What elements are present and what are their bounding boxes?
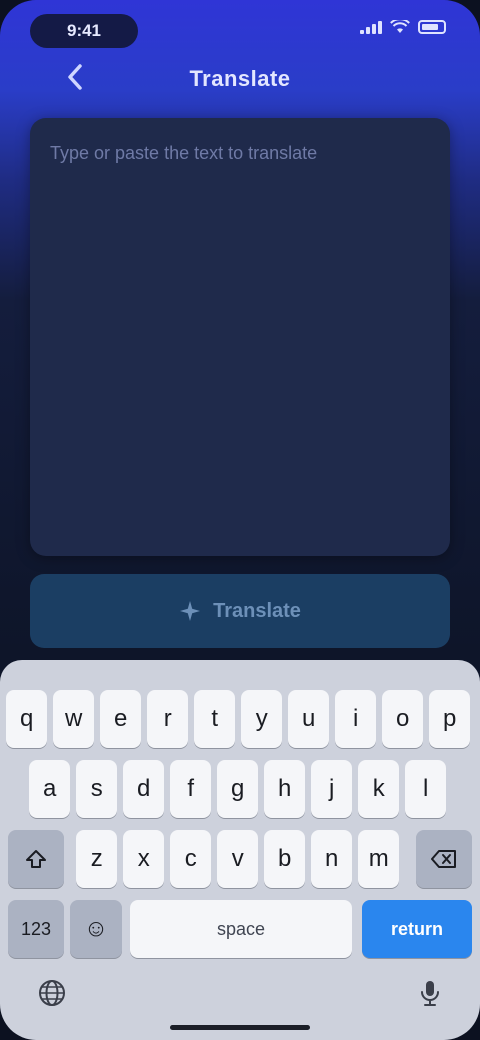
keyboard-bottom-bar: [0, 960, 480, 1040]
space-key[interactable]: space: [130, 900, 352, 958]
text-input-card: [30, 118, 450, 556]
battery-icon: [418, 20, 446, 34]
key-r[interactable]: r: [147, 690, 189, 748]
key-n[interactable]: n: [311, 830, 353, 888]
translate-button[interactable]: Translate: [30, 574, 450, 648]
status-bar: 9:41: [0, 0, 480, 60]
home-indicator: [170, 1025, 310, 1030]
key-z[interactable]: z: [76, 830, 118, 888]
on-screen-keyboard: qwertyuiop asdfghjkl zxcvbnm 123 ☺ space…: [0, 660, 480, 1040]
key-m[interactable]: m: [358, 830, 400, 888]
keyboard-row-4: 123 ☺ space return: [0, 900, 480, 958]
key-q[interactable]: q: [6, 690, 48, 748]
delete-icon: [431, 850, 456, 868]
key-d[interactable]: d: [123, 760, 165, 818]
key-j[interactable]: j: [311, 760, 353, 818]
emoji-key[interactable]: ☺: [70, 900, 122, 958]
globe-icon: [39, 979, 65, 1006]
nav-bar: Translate: [0, 58, 480, 102]
key-o[interactable]: o: [382, 690, 424, 748]
key-t[interactable]: t: [194, 690, 236, 748]
status-icons: [360, 20, 446, 34]
shift-icon: [26, 850, 46, 868]
mic-icon: [421, 980, 439, 1006]
wifi-icon: [390, 20, 410, 33]
key-k[interactable]: k: [358, 760, 400, 818]
key-v[interactable]: v: [217, 830, 259, 888]
status-time: 9:41: [30, 14, 138, 48]
key-p[interactable]: p: [429, 690, 471, 748]
dictation-button[interactable]: [408, 972, 452, 1016]
key-x[interactable]: x: [123, 830, 165, 888]
translate-button-label: Translate: [213, 599, 301, 622]
key-b[interactable]: b: [264, 830, 306, 888]
key-s[interactable]: s: [76, 760, 118, 818]
key-w[interactable]: w: [53, 690, 95, 748]
text-input[interactable]: [48, 138, 436, 542]
key-h[interactable]: h: [264, 760, 306, 818]
key-u[interactable]: u: [288, 690, 330, 748]
key-c[interactable]: c: [170, 830, 212, 888]
signal-icon: [360, 20, 382, 34]
key-f[interactable]: f: [170, 760, 212, 818]
numbers-key[interactable]: 123: [8, 900, 64, 958]
shift-key[interactable]: [8, 830, 64, 888]
key-l[interactable]: l: [405, 760, 447, 818]
key-g[interactable]: g: [217, 760, 259, 818]
keyboard-row-1: qwertyuiop: [0, 690, 480, 748]
page-title: Translate: [189, 66, 291, 91]
key-i[interactable]: i: [335, 690, 377, 748]
key-a[interactable]: a: [29, 760, 71, 818]
keyboard-row-2: asdfghjkl: [0, 760, 480, 818]
delete-key[interactable]: [416, 830, 472, 888]
globe-button[interactable]: [30, 972, 74, 1016]
key-e[interactable]: e: [100, 690, 142, 748]
return-key[interactable]: return: [362, 900, 472, 958]
key-y[interactable]: y: [241, 690, 283, 748]
sparkle-icon: [180, 601, 201, 621]
keyboard-row-3: zxcvbnm: [0, 830, 480, 888]
app-screen: 9:41 Translate Translate: [0, 0, 480, 1040]
